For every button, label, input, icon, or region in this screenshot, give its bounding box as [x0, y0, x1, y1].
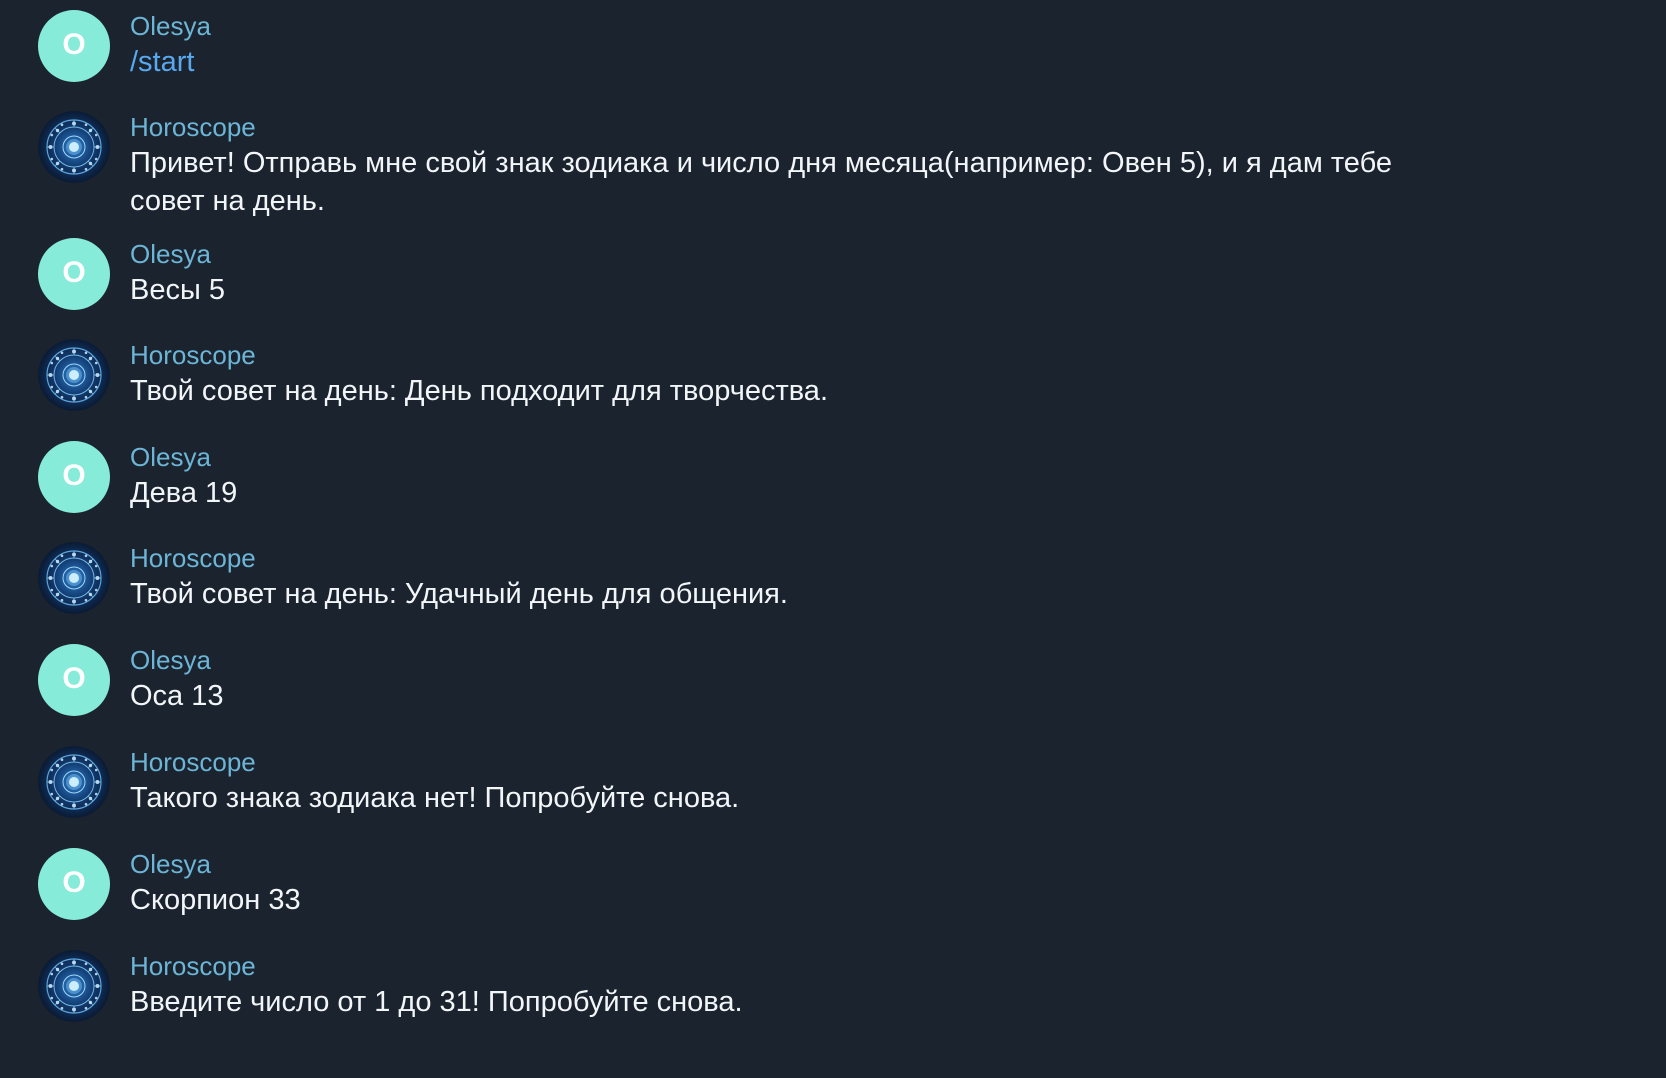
message-text: Дева 19: [130, 477, 238, 509]
message-text: Привет! Отправь мне свой знак зодиака и …: [130, 147, 1393, 217]
bot-avatar-image: [38, 111, 110, 183]
user-avatar[interactable]: O: [38, 10, 110, 82]
avatar-letter: O: [62, 866, 86, 899]
zodiac-wheel-icon[interactable]: [38, 950, 110, 1022]
bot-avatar-image: [38, 950, 110, 1022]
avatar-letter: O: [62, 459, 86, 492]
bot-avatar-image: [38, 746, 110, 818]
avatar-letter: O: [62, 256, 86, 289]
bot-avatar-image: [38, 542, 110, 614]
message-author[interactable]: Olesya: [130, 848, 1430, 880]
user-avatar[interactable]: O: [38, 644, 110, 716]
zodiac-wheel-icon[interactable]: [38, 111, 110, 183]
chat-history: O Olesya /start Horoscope Привет! Отправ…: [0, 0, 1666, 1078]
message-author[interactable]: Horoscope: [130, 111, 1430, 143]
avatar-letter: O: [62, 28, 86, 61]
message-author[interactable]: Olesya: [130, 441, 1430, 473]
message-text: Оса 13: [130, 680, 224, 712]
message-author[interactable]: Horoscope: [130, 746, 1430, 778]
message-text: Такого знака зодиака нет! Попробуйте сно…: [130, 782, 740, 814]
message-text: Твой совет на день: Удачный день для общ…: [130, 578, 788, 610]
message-text: Весы 5: [130, 274, 226, 306]
message-text: Скорпион 33: [130, 884, 301, 916]
user-avatar[interactable]: O: [38, 441, 110, 513]
zodiac-wheel-icon[interactable]: [38, 339, 110, 411]
message-text: Твой совет на день: День подходит для тв…: [130, 375, 828, 407]
zodiac-wheel-icon[interactable]: [38, 542, 110, 614]
zodiac-wheel-icon[interactable]: [38, 746, 110, 818]
message-author[interactable]: Olesya: [130, 10, 1430, 42]
bot-avatar-image: [38, 339, 110, 411]
user-avatar[interactable]: O: [38, 848, 110, 920]
message-author[interactable]: Horoscope: [130, 339, 1430, 371]
message-author[interactable]: Olesya: [130, 238, 1430, 270]
message-author[interactable]: Horoscope: [130, 950, 1430, 982]
command-link[interactable]: /start: [130, 43, 1430, 81]
message-author[interactable]: Olesya: [130, 644, 1430, 676]
avatar-letter: O: [62, 662, 86, 695]
user-avatar[interactable]: O: [38, 238, 110, 310]
message-text: Введите число от 1 до 31! Попробуйте сно…: [130, 986, 743, 1018]
message-author[interactable]: Horoscope: [130, 542, 1430, 574]
